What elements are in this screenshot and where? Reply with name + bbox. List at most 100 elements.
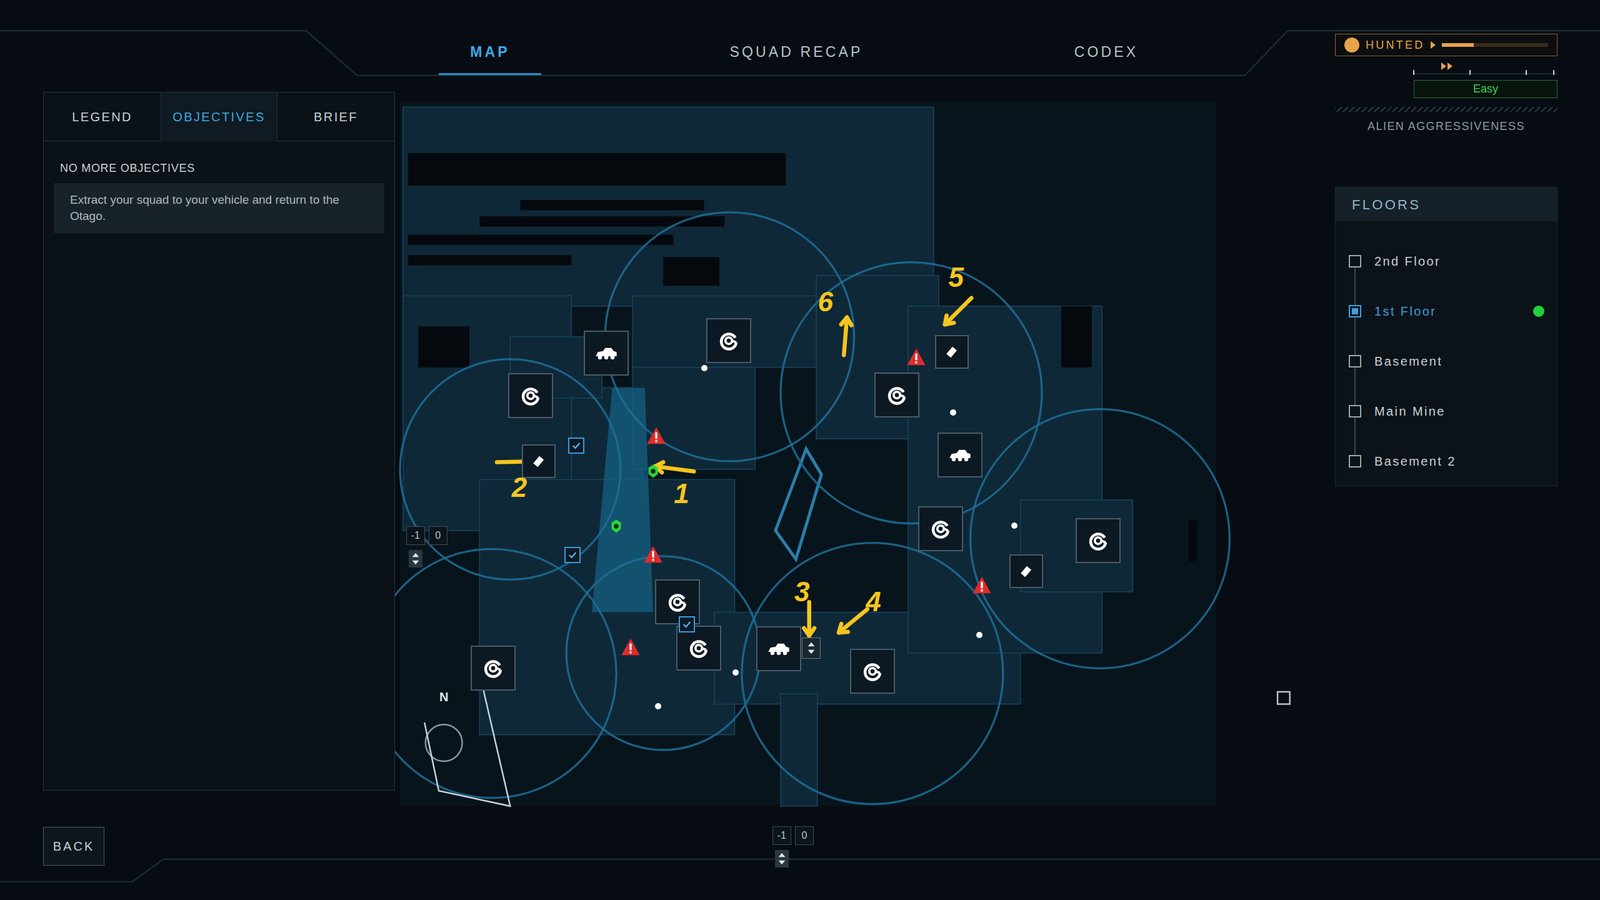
squad-marker-icon <box>608 518 624 534</box>
top-tab[interactable]: CODEX <box>1043 31 1169 75</box>
lift-level-button[interactable]: 0 <box>795 826 814 845</box>
terminal-pin[interactable] <box>678 616 695 633</box>
map-dot <box>950 409 957 416</box>
floor-checkbox[interactable] <box>1348 455 1362 468</box>
floor-checkbox[interactable] <box>1348 305 1362 318</box>
squad-marker[interactable] <box>608 518 624 534</box>
sentry-icon <box>519 384 542 407</box>
compass-label: N <box>439 687 449 707</box>
squad-marker-icon <box>645 463 661 479</box>
lift-icon[interactable] <box>775 850 789 868</box>
top-tab[interactable]: SQUAD RECAP <box>702 31 890 75</box>
terminal-icon <box>571 440 582 451</box>
vehicle-icon <box>766 636 792 662</box>
sentry-icon <box>885 383 909 407</box>
warning-icon <box>971 575 992 595</box>
sentry-pin[interactable] <box>508 373 554 419</box>
lift-level-switch: -10 <box>772 826 814 868</box>
vehicle-pin[interactable] <box>583 330 629 376</box>
sentry-pin[interactable] <box>706 318 752 364</box>
hunted-meter <box>1441 43 1549 47</box>
floor-item[interactable]: Basement 2 <box>1335 436 1557 487</box>
map-screen: -10-10N123456LEGENDOBJECTIVESBRIEFNO MOR… <box>0 0 1600 900</box>
vehicle-pin[interactable] <box>756 626 802 672</box>
lift-icon[interactable] <box>408 550 423 568</box>
terminal-pin[interactable] <box>568 437 585 454</box>
map-dot <box>732 669 739 676</box>
terminal-icon <box>681 619 692 630</box>
sentry-pin[interactable] <box>850 648 895 694</box>
vehicle-icon <box>947 442 973 468</box>
chevron-icon <box>1430 41 1436 49</box>
floor-item[interactable]: Main Mine <box>1335 386 1557 437</box>
item-icon <box>943 343 961 361</box>
floor-checkbox[interactable] <box>1348 255 1362 268</box>
sentry-icon <box>1086 529 1110 552</box>
map-dot <box>655 703 662 710</box>
warning-icon <box>646 426 667 445</box>
sentry-icon <box>861 660 884 683</box>
lift-pin[interactable] <box>801 637 821 659</box>
floor-checkbox[interactable] <box>1348 405 1362 418</box>
squad-marker[interactable] <box>645 463 661 479</box>
annotation-number: 2 <box>511 473 527 502</box>
alien-head-icon <box>1344 37 1360 53</box>
warning-pin <box>906 347 927 367</box>
floor-checkbox[interactable] <box>1348 355 1362 368</box>
aggressiveness-caption: ALIEN AGGRESSIVENESS <box>1335 118 1558 135</box>
top-tabs: MAP SQUAD RECAP CODEX <box>395 0 1335 75</box>
side-tab[interactable]: LEGEND <box>43 92 161 142</box>
item-pin[interactable] <box>1009 554 1044 589</box>
floor-item[interactable]: Basement <box>1335 336 1557 387</box>
terminal-pin[interactable] <box>564 546 581 564</box>
annotation-arrow-icon <box>841 317 852 355</box>
lift-level-button[interactable]: -1 <box>406 526 425 545</box>
sentry-pin[interactable] <box>1075 518 1121 564</box>
floor-item[interactable]: 1st Floor <box>1335 286 1557 337</box>
annotation-number: 3 <box>794 578 810 606</box>
annotation-arrow-icon <box>655 461 694 472</box>
side-tab[interactable]: BRIEF <box>277 92 395 142</box>
sentry-icon <box>929 517 952 540</box>
lift-icon <box>806 641 817 655</box>
lift-level-button[interactable]: -1 <box>772 826 792 845</box>
vehicle-icon <box>593 340 619 366</box>
item-pin[interactable] <box>935 335 969 369</box>
back-button[interactable]: BACK <box>43 826 105 866</box>
floor-item[interactable]: 2nd Floor <box>1335 236 1557 287</box>
top-tab[interactable]: MAP <box>438 31 542 75</box>
item-icon <box>1017 562 1035 580</box>
sentry-icon <box>481 656 505 680</box>
annotation-number: 6 <box>818 288 834 316</box>
vehicle-pin[interactable] <box>937 432 983 478</box>
terminal-icon <box>567 550 578 560</box>
annotation-arrow-icon <box>803 601 815 636</box>
hunted-status: HUNTED <box>1335 33 1558 57</box>
sentry-pin[interactable] <box>470 645 516 691</box>
annotation-number: 4 <box>865 588 881 616</box>
floors-panel: FLOORS2nd Floor1st FloorBasementMain Min… <box>1335 186 1558 487</box>
sentry-pin[interactable] <box>874 372 920 418</box>
warning-icon <box>643 545 664 564</box>
annotation-number: 1 <box>673 480 689 508</box>
current-floor-dot <box>1533 305 1545 317</box>
objectives-panel: LEGENDOBJECTIVESBRIEF NO MORE OBJECTIVES E… <box>43 91 395 791</box>
aggressiveness-scale-icon <box>1335 58 1558 80</box>
map-dot <box>701 365 708 372</box>
warning-pin <box>620 637 641 657</box>
side-tab[interactable]: OBJECTIVES <box>160 92 278 142</box>
objectives-heading: NO MORE OBJECTIVES <box>53 160 385 177</box>
item-icon <box>530 452 548 470</box>
warning-pin <box>643 545 664 564</box>
lift-level-button[interactable]: 0 <box>428 526 448 545</box>
warning-icon <box>620 637 641 657</box>
item-pin[interactable] <box>521 444 556 479</box>
objective-card: Extract your squad to your vehicle and r… <box>53 183 385 234</box>
annotation-number: 5 <box>948 263 964 292</box>
sentry-pin[interactable] <box>918 506 964 552</box>
difficulty-badge: Easy <box>1413 80 1558 99</box>
map-dot <box>1011 522 1018 529</box>
map-dot <box>976 631 983 639</box>
sentry-icon <box>687 636 710 660</box>
lift-level-switch: -10 <box>406 526 448 568</box>
